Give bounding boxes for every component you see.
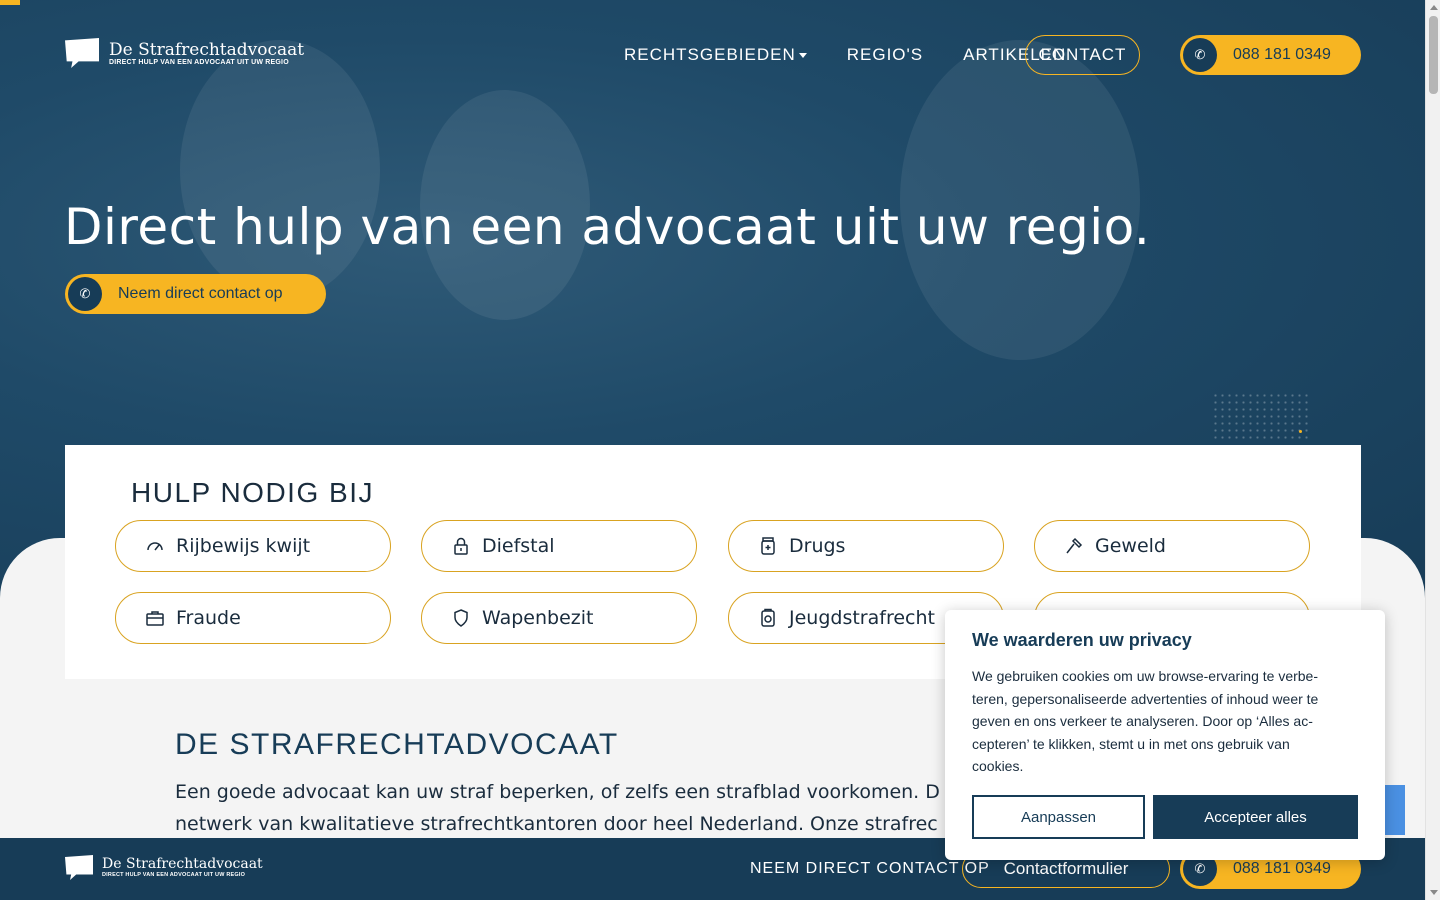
about-line: Een goede advocaat kan uw straf beperken… xyxy=(175,781,940,803)
help-item-wapenbezit[interactable]: Wapenbezit xyxy=(421,592,697,644)
speech-bubble-logo-icon xyxy=(65,855,93,880)
help-title: HULP NODIG BIJ xyxy=(131,477,374,508)
shield-icon xyxy=(450,607,472,629)
briefcase-icon xyxy=(144,607,166,629)
cookie-text: We gebruiken cookies om uw browse-ervari… xyxy=(972,665,1358,778)
logo-tagline: DIRECT HULP VAN EEN ADVOCAAT UIT UW REGI… xyxy=(109,58,289,66)
help-item-label: Jeugdstrafrecht xyxy=(789,607,935,629)
pill-jar-icon xyxy=(757,535,779,557)
help-item-fraude[interactable]: Fraude xyxy=(115,592,391,644)
page-scrollbar[interactable] xyxy=(1425,0,1440,900)
hammer-icon xyxy=(1063,535,1085,557)
about-title: DE STRAFRECHTADVOCAAT xyxy=(175,728,619,761)
child-badge-icon xyxy=(757,607,779,629)
help-item-label: Fraude xyxy=(176,607,241,629)
site-logo[interactable]: De Strafrechtadvocaat DIRECT HULP VAN EE… xyxy=(65,38,304,68)
hero-contact-button[interactable]: ✆ Neem direct contact op xyxy=(65,274,326,314)
scroll-down-arrow-icon[interactable] xyxy=(1430,890,1438,895)
help-item-label: Rijbewijs kwijt xyxy=(176,535,311,557)
nav-item-label: RECHTSGEBIEDEN xyxy=(624,45,796,64)
cookie-text-line: geven en ons verkeer te analyseren. Door… xyxy=(972,713,1313,729)
cookie-text-line: We gebruiken cookies om uw browse-ervari… xyxy=(972,668,1319,684)
hero-title: Direct hulp van een advocaat uit uw regi… xyxy=(64,198,1151,256)
phone-button-header[interactable]: ✆ 088 181 0349 xyxy=(1180,35,1361,75)
scroll-up-arrow-icon[interactable] xyxy=(1430,5,1438,10)
logo-tagline: DIRECT HULP VAN EEN ADVOCAAT UIT UW REGI… xyxy=(102,872,246,878)
footer-logo[interactable]: De Strafrechtadvocaat DIRECT HULP VAN EE… xyxy=(65,855,263,880)
phone-icon: ✆ xyxy=(1183,38,1217,72)
help-item-rijbewijs[interactable]: Rijbewijs kwijt xyxy=(115,520,391,572)
help-item-diefstal[interactable]: Diefstal xyxy=(421,520,697,572)
cookie-consent-dialog: We waarderen uw privacy We gebruiken coo… xyxy=(945,610,1385,860)
help-item-drugs[interactable]: Drugs xyxy=(728,520,1004,572)
help-item-label: Geweld xyxy=(1095,535,1166,557)
nav-item-rechtsgebieden[interactable]: RECHTSGEBIEDEN xyxy=(624,45,807,65)
hero-cta-label: Neem direct contact op xyxy=(118,285,283,302)
cookie-title: We waarderen uw privacy xyxy=(972,630,1192,650)
help-item-label: Drugs xyxy=(789,535,846,557)
caret-down-icon xyxy=(798,53,807,59)
logo-name: De Strafrechtadvocaat xyxy=(102,856,263,872)
help-item-label: Diefstal xyxy=(482,535,555,557)
help-item-label: Wapenbezit xyxy=(482,607,594,629)
bottom-contact-text: NEEM DIRECT CONTACT OP xyxy=(750,860,990,877)
hero-photo-person-left xyxy=(180,40,380,300)
lock-icon xyxy=(450,535,472,557)
top-accent-bar xyxy=(0,0,20,5)
phone-icon: ✆ xyxy=(68,277,102,311)
cookie-text-line: cepteren’ te klikken, stemt u in met ons… xyxy=(972,735,1290,752)
cookie-customize-button[interactable]: Aanpassen xyxy=(972,795,1145,839)
speedometer-icon xyxy=(144,535,166,557)
logo-name: De Strafrechtadvocaat xyxy=(109,39,305,60)
contact-button[interactable]: CONTACT xyxy=(1025,35,1140,75)
cookie-text-line: teren, gepersonaliseerde advertenties of… xyxy=(972,690,1319,707)
about-paragraph: Een goede advocaat kan uw straf beperken… xyxy=(175,776,965,840)
cookie-accept-all-button[interactable]: Accepteer alles xyxy=(1153,795,1358,839)
scrollbar-thumb[interactable] xyxy=(1429,16,1438,94)
cookie-text-line: cookies. xyxy=(972,758,1024,774)
nav-item-regios[interactable]: REGIO'S xyxy=(847,45,923,65)
help-item-geweld[interactable]: Geweld xyxy=(1034,520,1310,572)
about-line: netwerk van kwalitatieve strafrechtkanto… xyxy=(175,813,938,835)
phone-number: 088 181 0349 xyxy=(1233,860,1331,877)
decorative-dot-grid xyxy=(1212,392,1310,442)
phone-number: 088 181 0349 xyxy=(1233,46,1331,63)
speech-bubble-logo-icon xyxy=(65,38,99,68)
